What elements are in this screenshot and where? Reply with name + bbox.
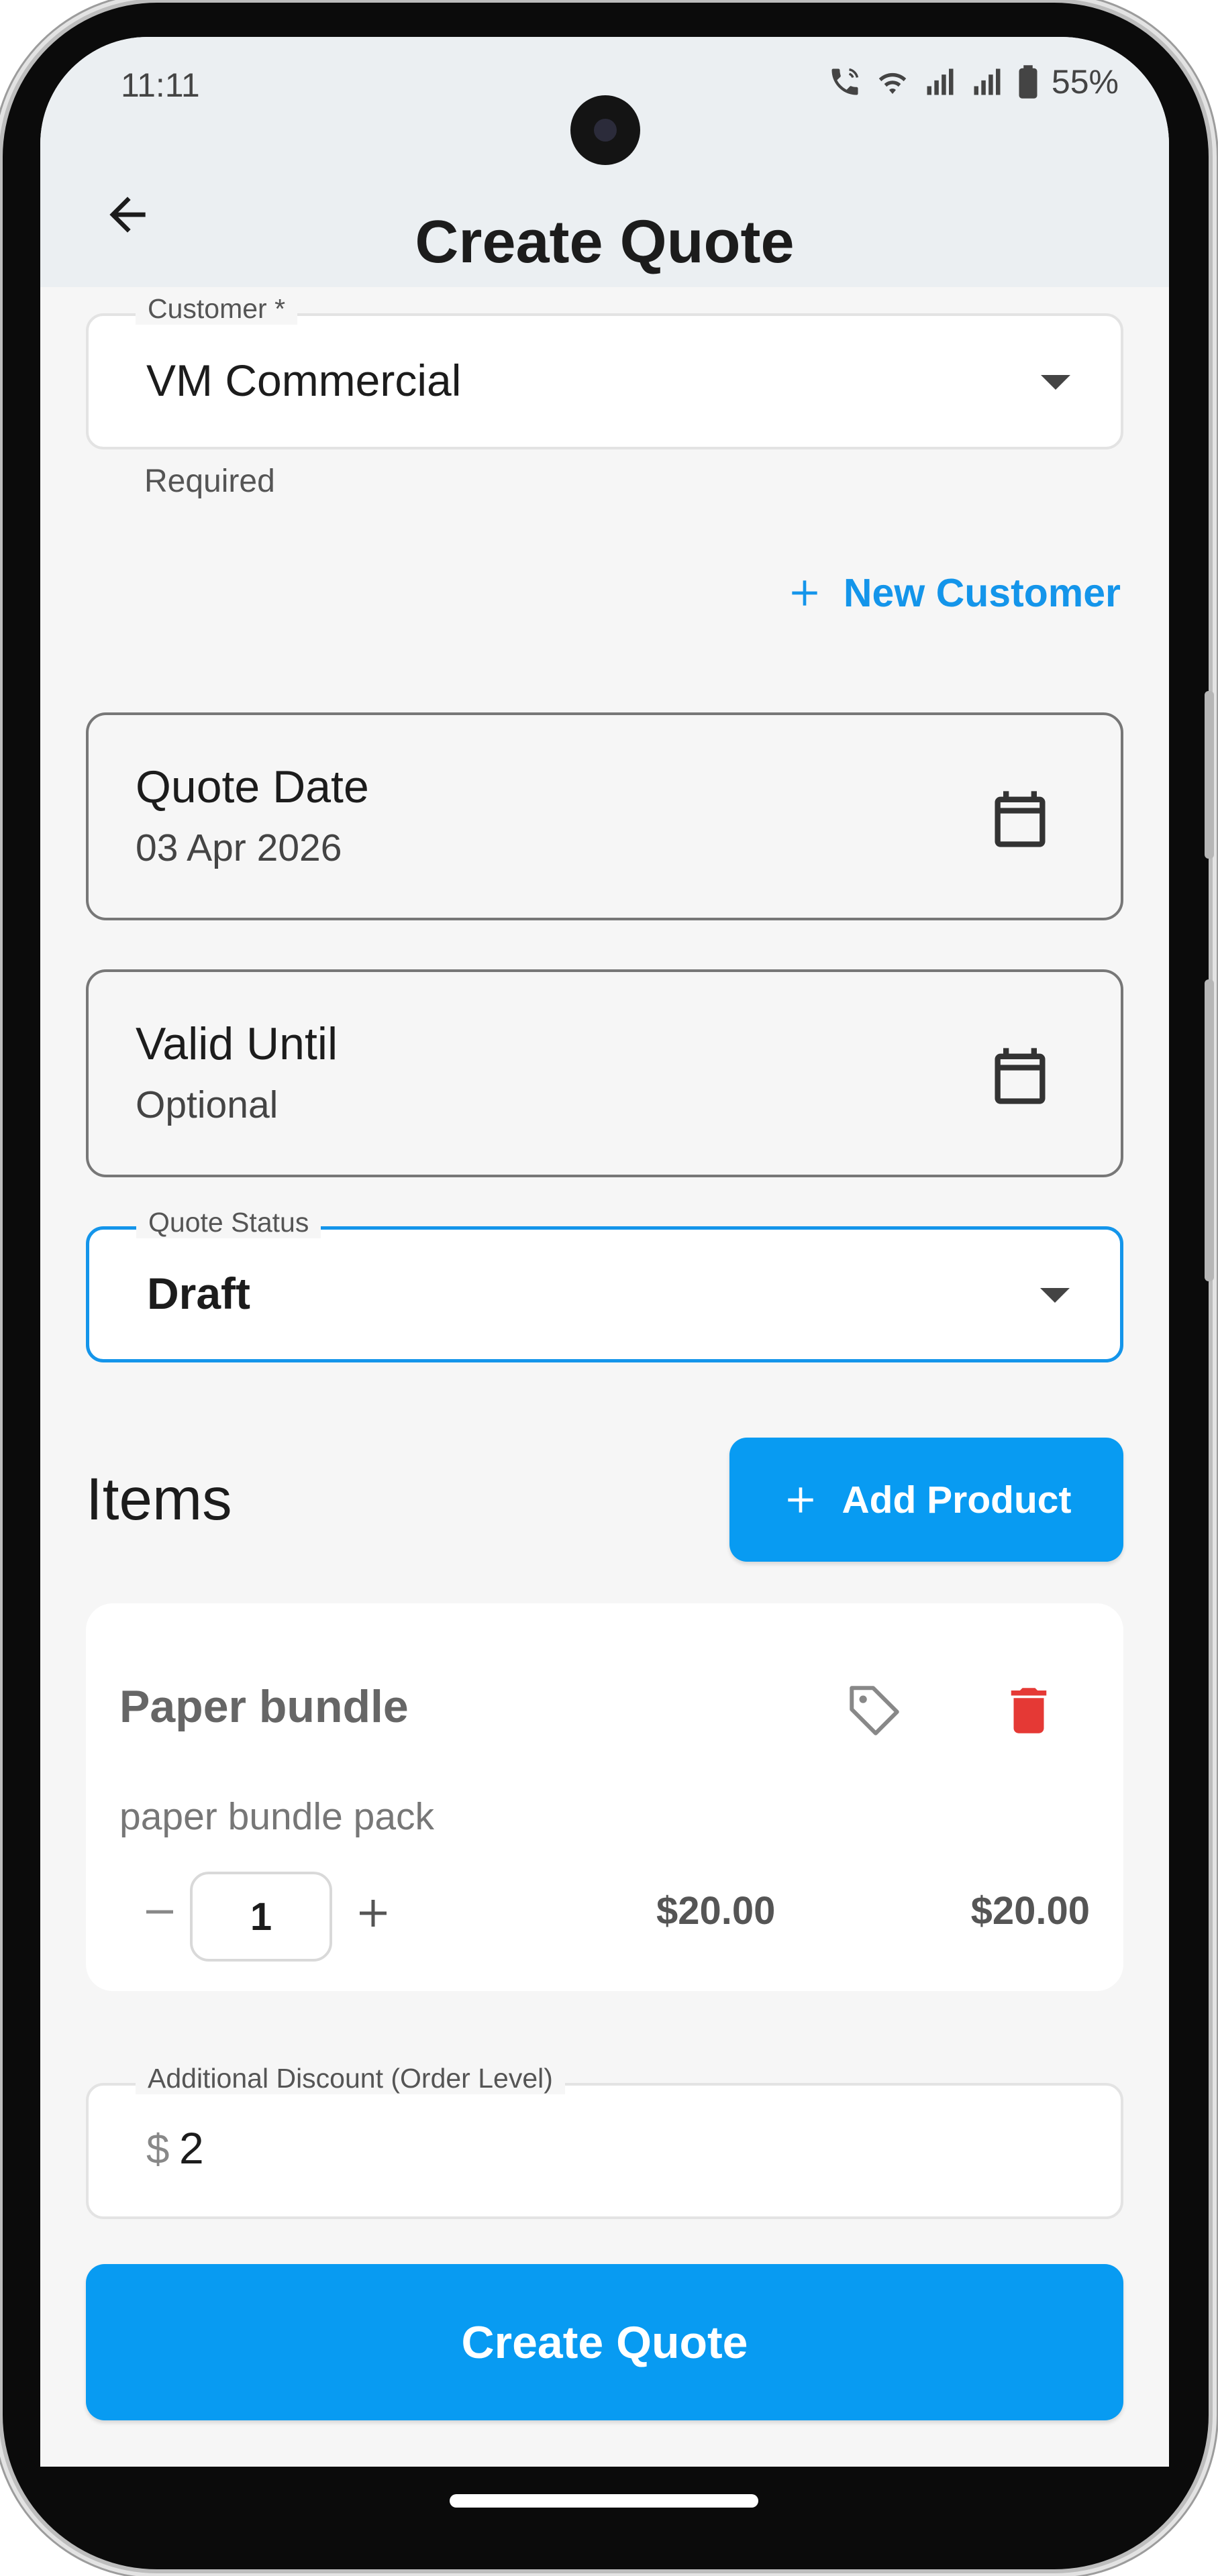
- plus-icon: [792, 580, 817, 606]
- currency-prefix: $: [146, 2127, 170, 2173]
- customer-value: VM Commercial: [146, 356, 462, 405]
- increase-quantity-icon[interactable]: [353, 1893, 393, 1933]
- front-camera: [570, 95, 640, 165]
- valid-until-label: Valid Until: [136, 1018, 338, 1069]
- create-quote-label: Create Quote: [461, 2316, 748, 2368]
- quote-date-label: Quote Date: [136, 761, 369, 812]
- status-time: 11:11: [121, 66, 200, 104]
- discount-field[interactable]: Additional Discount (Order Level) $ 2: [86, 2063, 1123, 2219]
- item-card: Paper bundle paper bundle pack 1 $20.00 …: [86, 1603, 1123, 1991]
- signal-icon-2: [974, 68, 1001, 95]
- wifi-calling-icon: [831, 68, 859, 95]
- plus-icon: [787, 1487, 813, 1513]
- discount-label: Additional Discount (Order Level): [136, 2063, 565, 2094]
- quote-date-value: 03 Apr 2026: [136, 826, 342, 869]
- calendar-icon[interactable]: [986, 786, 1054, 853]
- quantity-value: 1: [250, 1894, 272, 1939]
- delete-icon[interactable]: [999, 1680, 1059, 1741]
- home-indicator[interactable]: [450, 2494, 758, 2508]
- customer-label: Customer *: [136, 293, 298, 325]
- add-product-label: Add Product: [842, 1478, 1072, 1521]
- new-customer-button[interactable]: New Customer: [786, 570, 1121, 616]
- battery-icon: [1019, 65, 1037, 99]
- volume-button: [1205, 979, 1214, 1281]
- page-title: Create Quote: [415, 209, 795, 276]
- quote-status-value: Draft: [147, 1269, 251, 1318]
- quote-status-label: Quote Status: [136, 1207, 321, 1238]
- item-name: Paper bundle: [119, 1681, 409, 1732]
- quote-date-field[interactable]: Quote Date 03 Apr 2026: [86, 712, 1123, 920]
- signal-icon: [927, 68, 954, 95]
- tag-icon[interactable]: [844, 1680, 905, 1741]
- new-customer-label: New Customer: [843, 571, 1121, 615]
- status-icons: 55%: [827, 62, 1119, 101]
- wifi-icon: [878, 72, 907, 94]
- unit-price: $20.00: [656, 1889, 776, 1933]
- calendar-icon[interactable]: [986, 1042, 1054, 1110]
- quote-status-dropdown[interactable]: Quote Status Draft: [86, 1207, 1123, 1362]
- battery-percent: 55%: [1051, 63, 1119, 101]
- items-heading: Items: [86, 1465, 232, 1532]
- add-product-button[interactable]: Add Product: [729, 1438, 1123, 1562]
- discount-value: 2: [179, 2123, 204, 2173]
- customer-dropdown[interactable]: Customer * VM Commercial: [86, 293, 1123, 449]
- screen: 11:11 55% Create Quote Customer * VM Com…: [40, 37, 1169, 2467]
- line-total: $20.00: [970, 1889, 1090, 1933]
- valid-until-field[interactable]: Valid Until Optional: [86, 969, 1123, 1177]
- item-description: paper bundle pack: [119, 1795, 435, 1838]
- customer-helper-text: Required: [144, 464, 275, 499]
- dropdown-arrow-icon: [1040, 1288, 1070, 1303]
- power-button: [1205, 691, 1214, 859]
- dropdown-arrow-icon: [1041, 375, 1070, 390]
- valid-until-value: Optional: [136, 1083, 278, 1126]
- decrease-quantity-icon[interactable]: [140, 1892, 180, 1932]
- quantity-field[interactable]: 1: [190, 1872, 332, 1962]
- app-bar: 11:11 55% Create Quote: [40, 37, 1169, 287]
- create-quote-button[interactable]: Create Quote: [86, 2264, 1123, 2420]
